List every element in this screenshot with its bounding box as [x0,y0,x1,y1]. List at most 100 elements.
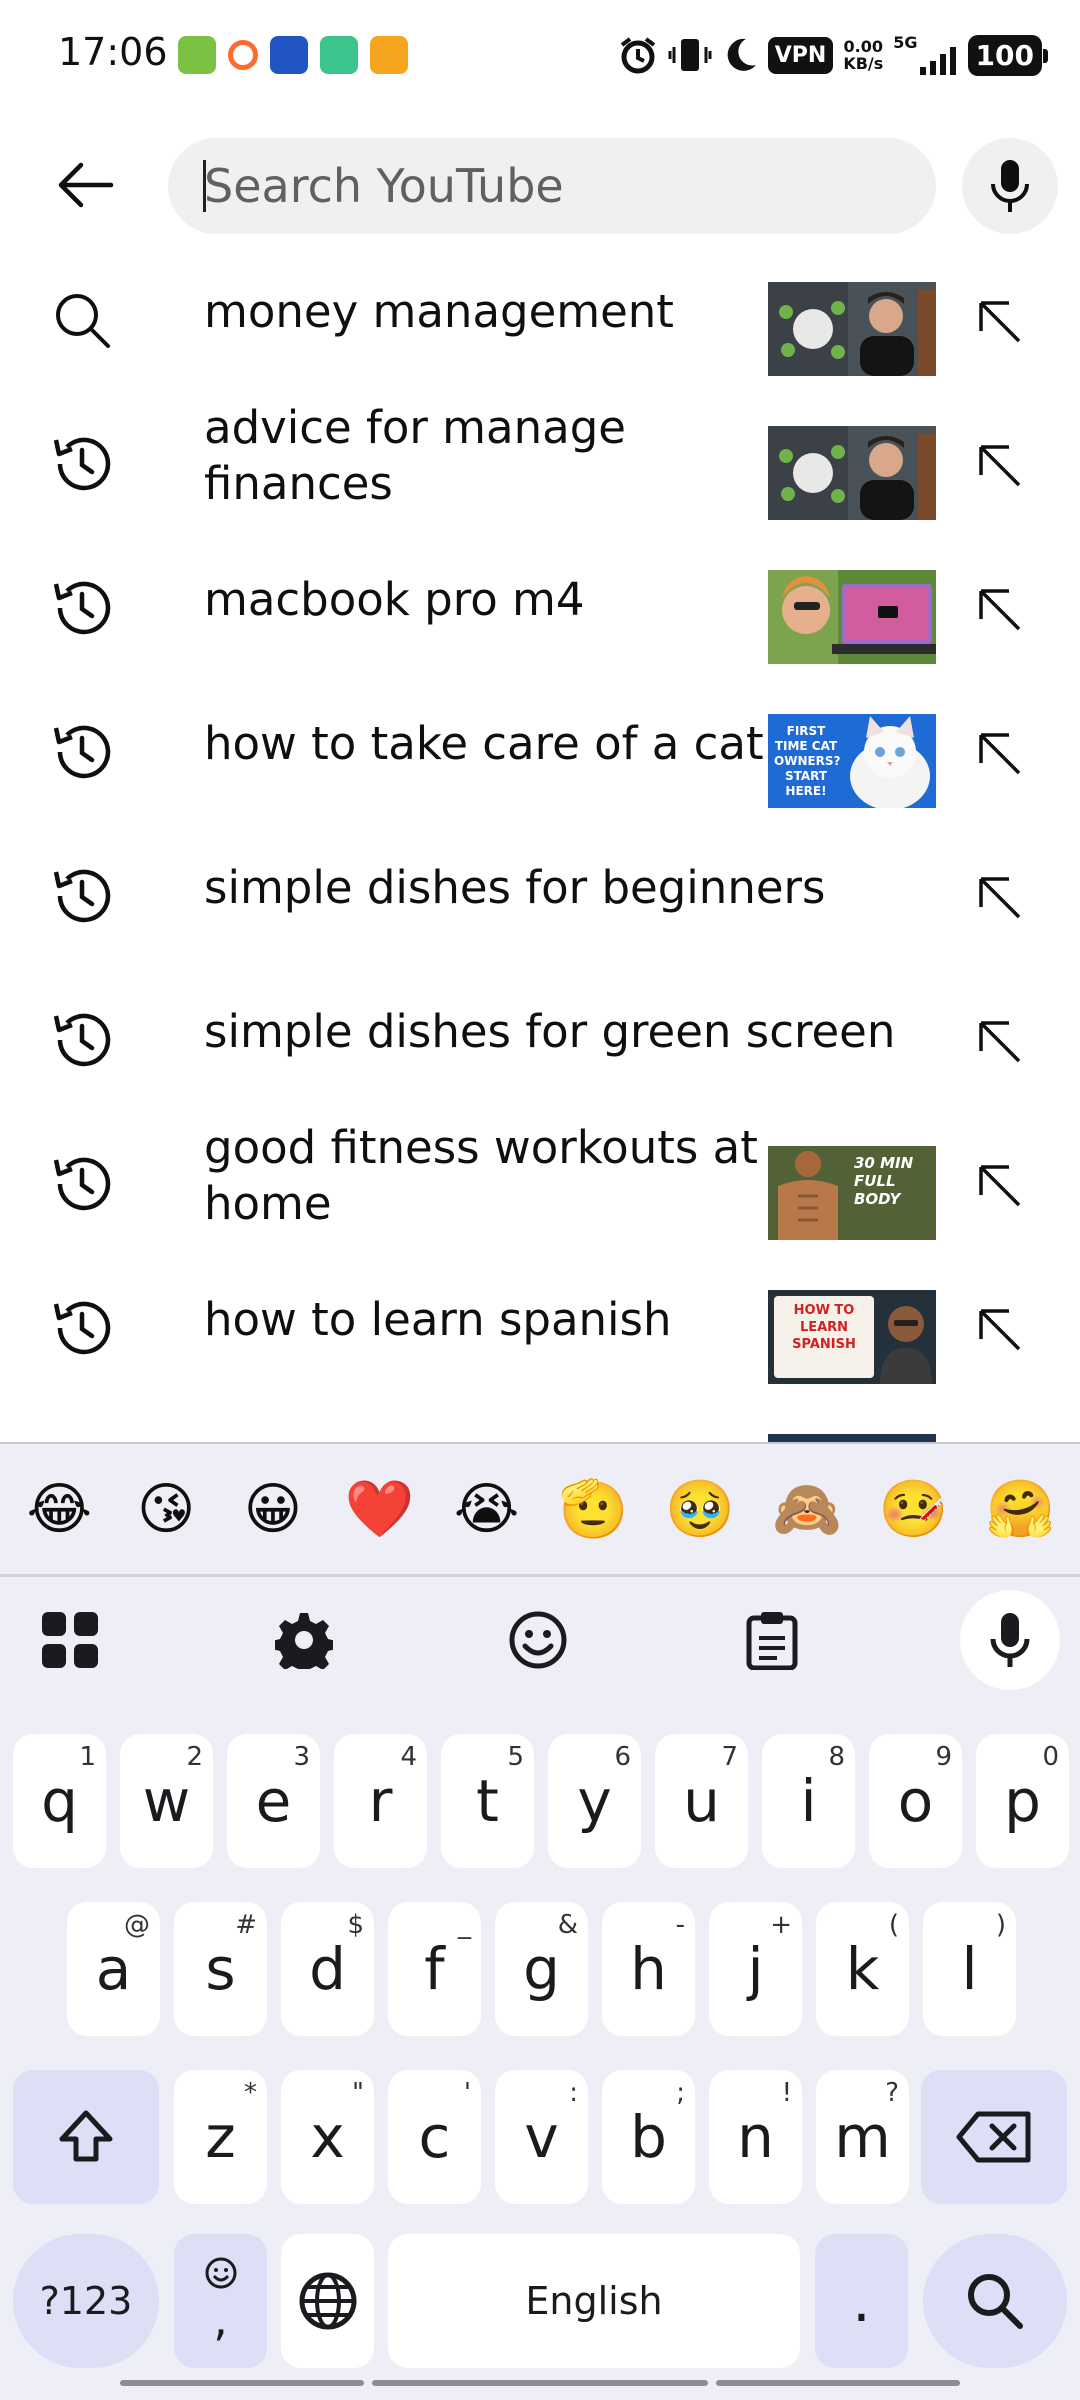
history-icon [44,426,120,502]
suggestion-thumbnail [768,1434,936,1442]
suggestion-item[interactable]: how to take care of a cat FIRST TIME CAT… [0,672,1080,816]
clipboard-button[interactable] [722,1590,822,1690]
emoji-key[interactable]: 😂 [9,1477,109,1542]
app-notification-icon [270,36,308,74]
key-y[interactable]: y6 [548,1734,641,1868]
suggestion-item[interactable]: best personal finance [0,1392,1080,1442]
key-s[interactable]: s # [174,1902,267,2036]
key-n[interactable]: n! [709,2070,802,2204]
fill-query-button[interactable] [970,292,1030,352]
language-switch-key[interactable] [281,2234,374,2368]
fill-query-button[interactable] [970,1012,1030,1072]
app-notification-icon [320,36,358,74]
key-w[interactable]: w2 [120,1734,213,1868]
suggestion-item[interactable]: how to learn spanish HOW TO LEARN SPANIS… [0,1248,1080,1392]
emoji-key[interactable]: 😀 [223,1477,323,1542]
comma-emoji-key[interactable]: , [174,2234,267,2368]
thumbnail-caption: 30 MIN FULL BODY [854,1154,914,1208]
keyboard-voice-input-button[interactable] [960,1590,1060,1690]
key-r[interactable]: r4 [334,1734,427,1868]
suggestion-item[interactable]: good fitness workouts at home 30 MIN FUL… [0,1104,1080,1248]
suggestion-text: macbook pro m4 [204,573,585,626]
shift-arrow-icon [59,2110,113,2162]
voice-search-button[interactable] [962,138,1058,234]
app-notification-icon [228,40,258,70]
key-q[interactable]: q1 [13,1734,106,1868]
key-h[interactable]: h- [602,1902,695,2036]
search-input[interactable] [204,138,904,234]
search-bar[interactable] [168,138,936,234]
shift-key[interactable] [13,2070,159,2204]
key-f[interactable]: f _ [388,1902,481,2036]
emoji-key[interactable]: 🤒 [864,1476,964,1542]
fill-query-button[interactable] [970,724,1030,784]
key-j[interactable]: j + [709,1902,802,2036]
suggestion-item[interactable]: macbook pro m4 [0,528,1080,672]
suggestion-item[interactable]: simple dishes for green screen [0,960,1080,1104]
arrow-up-left-icon [979,1021,1021,1063]
key-g[interactable]: g & [495,1902,588,2036]
suggestion-item[interactable]: advice for manage finances [0,384,1080,528]
fill-query-button[interactable] [970,436,1030,496]
key-e[interactable]: e3 [227,1734,320,1868]
key-u[interactable]: u7 [655,1734,748,1868]
backspace-key[interactable] [921,2070,1067,2204]
history-icon [44,1002,120,1078]
key-z[interactable]: z * [174,2070,267,2204]
do-not-disturb-moon-icon [727,38,756,71]
emoji-key[interactable]: 😘 [116,1477,216,1542]
back-button[interactable] [40,140,130,230]
emoji-key[interactable]: 😭 [437,1477,537,1542]
emoji-key[interactable]: 🙈 [757,1476,857,1542]
period-key[interactable]: . [815,2234,908,2368]
app-notification-icon [370,36,408,74]
key-i[interactable]: i8 [762,1734,855,1868]
key-k[interactable]: k( [816,1902,909,2036]
search-icon [968,2274,1023,2329]
search-key[interactable] [923,2234,1067,2368]
key-p[interactable]: p0 [976,1734,1069,1868]
key-t[interactable]: t5 [441,1734,534,1868]
on-screen-keyboard: 😂 😘 😀 ❤️ 😭 🫡 🥹 🙈 🤒 🤗 q1 w2 e3 r4 t5 y6 u… [0,1444,1080,2400]
suggestion-text: best personal finance [204,1392,764,1442]
history-icon [44,1434,120,1442]
backspace-icon [956,2111,1031,2163]
space-bar[interactable]: English [388,2234,800,2368]
key-a[interactable]: a @ [67,1902,160,2036]
signal-strength: 5G [893,35,957,75]
history-icon [44,570,120,646]
nav-gesture-bar [120,2380,364,2386]
arrow-up-left-icon [979,1309,1021,1351]
suggestion-thumbnail [768,570,936,664]
emoji-button[interactable] [488,1590,588,1690]
key-x[interactable]: x " [281,2070,374,2204]
keyboard-settings-button[interactable] [254,1590,354,1690]
suggestion-text: how to learn spanish [204,1293,672,1346]
fill-query-button[interactable] [970,1156,1030,1216]
key-m[interactable]: m? [816,2070,909,2204]
fill-query-button[interactable] [970,580,1030,640]
arrow-up-left-icon [979,733,1021,775]
arrow-up-left-icon [979,589,1021,631]
emoji-key[interactable]: 🥹 [650,1476,750,1542]
key-d[interactable]: d $ [281,1902,374,2036]
key-v[interactable]: v: [495,2070,588,2204]
emoji-key[interactable]: ❤️ [330,1476,430,1542]
globe-icon [299,2272,356,2330]
key-c[interactable]: c ' [388,2070,481,2204]
suggestion-item[interactable]: money management [0,240,1080,384]
fill-query-button[interactable] [970,1300,1030,1360]
suggestion-thumbnail [768,426,936,520]
emoji-key[interactable]: 🫡 [543,1476,643,1542]
key-o[interactable]: o9 [869,1734,962,1868]
suggestion-text: money management [204,285,674,338]
fill-query-button[interactable] [970,868,1030,928]
mic-icon [991,160,1029,212]
suggestion-item[interactable]: simple dishes for beginners [0,816,1080,960]
emoji-key[interactable]: 🤗 [971,1476,1071,1542]
history-icon [44,1146,120,1222]
key-b[interactable]: b; [602,2070,695,2204]
key-l[interactable]: l) [923,1902,1016,2036]
apps-grid-button[interactable] [20,1590,120,1690]
symbols-key[interactable]: ?123 [13,2234,159,2368]
